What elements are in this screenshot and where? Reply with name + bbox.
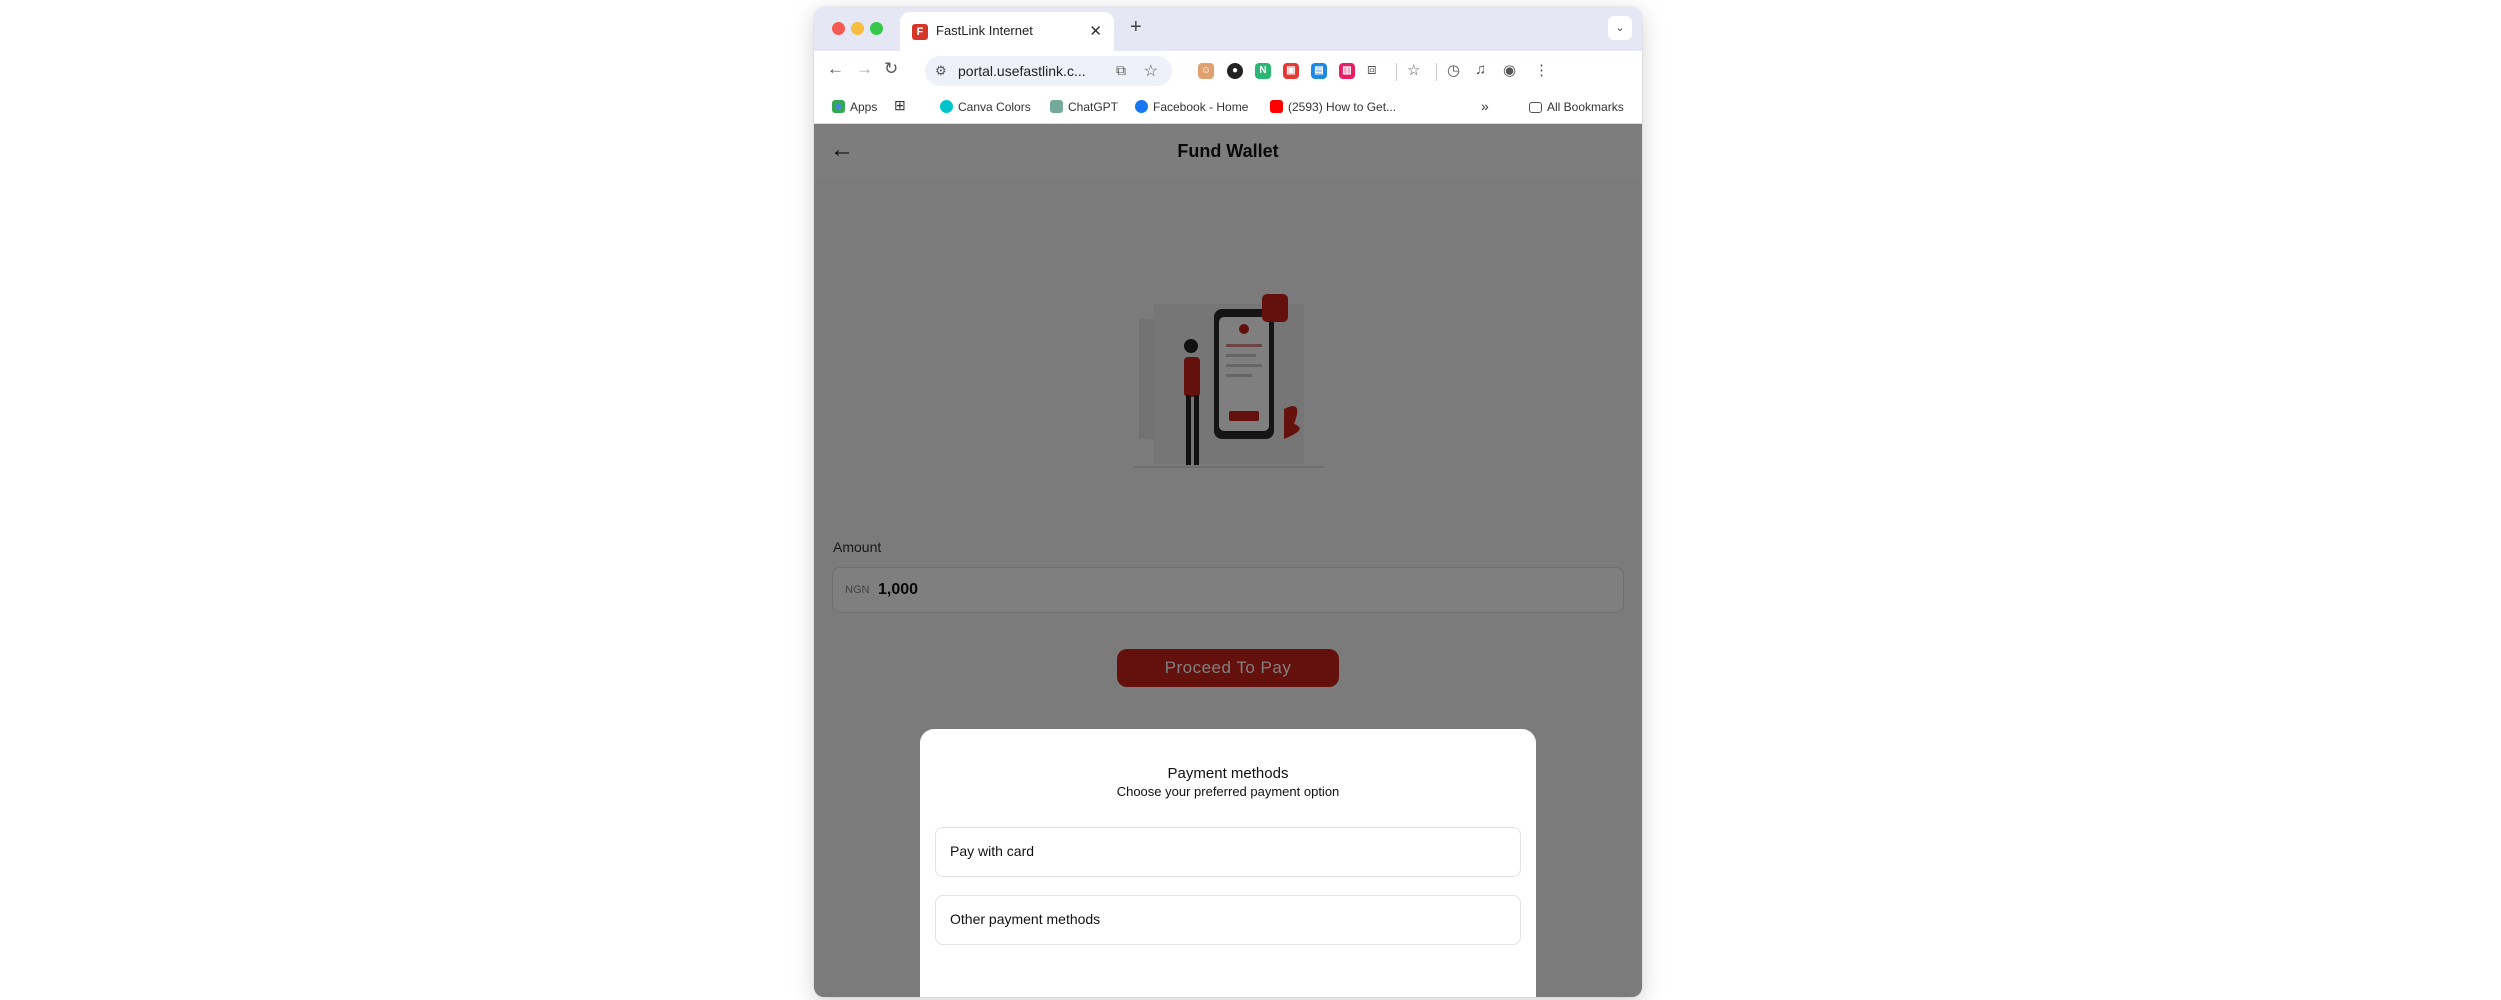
url-text: portal.usefastlink.c... [958,63,1086,79]
tab-title: FastLink Internet [936,23,1033,38]
folder-icon [1529,102,1542,113]
page-content: ← Fund Wallet Amount NGN 1,000 [814,124,1642,997]
option-label: Other payment methods [950,911,1101,927]
close-window-button[interactable] [832,22,845,35]
bookmarks-overflow-icon[interactable]: » [1481,98,1489,114]
bookmark-label: Facebook - Home [1153,100,1249,114]
address-bar[interactable]: ⚙ portal.usefastlink.c... ⧉ ☆ [925,56,1172,86]
tab-fastlink[interactable]: F FastLink Internet ✕ [900,12,1114,51]
maximize-window-button[interactable] [870,22,883,35]
tab-strip: F FastLink Internet ✕ + ⌄ [814,7,1642,51]
sheet-title: Payment methods [1167,765,1289,782]
bookmark-label: (2593) How to Get... [1288,100,1397,114]
toolbar-divider [1436,63,1437,81]
tab-search-chevron-icon[interactable]: ⌄ [1608,16,1632,40]
canva-icon [940,100,953,113]
bookmark-canva-colors[interactable]: Canva Colors [940,100,1031,114]
payment-methods-sheet: Payment methods Choose your preferred pa… [920,729,1536,997]
youtube-icon [1270,100,1283,113]
all-bookmarks-label: All Bookmarks [1547,100,1624,114]
toolbar-divider [1396,63,1397,81]
forward-icon[interactable]: → [856,59,873,79]
sheet-subtitle: Choose your preferred payment option [1116,784,1340,799]
reading-list-icon[interactable]: ☆ [1407,61,1420,79]
facebook-icon [1135,100,1148,113]
bookmark-label: Canva Colors [958,100,1031,114]
reload-icon[interactable]: ↻ [884,59,898,79]
bookmarks-bar: Apps ⊞ Canva Colors ChatGPT Facebook - H… [814,91,1642,124]
pay-with-card-option[interactable]: Pay with card [935,827,1521,877]
extension-2-icon[interactable]: ● [1227,63,1243,79]
fastlink-favicon-icon: F [912,24,928,40]
bookmark-star-icon[interactable]: ☆ [1144,61,1158,81]
chatgpt-icon [1050,100,1063,113]
other-payment-methods-option[interactable]: Other payment methods [935,895,1521,945]
extension-6-icon[interactable]: ▥ [1339,63,1355,79]
cast-icon[interactable]: ⧉ [1116,62,1126,79]
minimize-window-button[interactable] [851,22,864,35]
bookmark-chatgpt[interactable]: ChatGPT [1050,100,1118,114]
extensions-puzzle-icon[interactable]: ⧈ [1367,61,1377,78]
option-label: Pay with card [950,843,1035,859]
menu-kebab-icon[interactable]: ⋮ [1534,61,1549,79]
bookmark-youtube[interactable]: (2593) How to Get... [1270,100,1396,114]
extension-notion-icon[interactable]: N [1255,63,1271,79]
media-control-icon[interactable]: ♫ [1475,61,1486,78]
tab-close-icon[interactable]: ✕ [1089,22,1102,40]
extension-5-icon[interactable]: ▤ [1311,63,1327,79]
apps-grid-icon [832,100,845,113]
tab-groups-icon[interactable]: ⊞ [894,97,906,114]
extension-1-icon[interactable]: ☺ [1198,63,1214,79]
back-icon[interactable]: ← [827,59,844,79]
site-settings-icon[interactable]: ⚙ [935,63,947,79]
bookmark-label: ChatGPT [1068,100,1119,114]
bookmark-apps[interactable]: Apps [832,100,877,114]
bookmark-label: Apps [850,100,878,114]
new-tab-icon[interactable]: + [1130,16,1142,39]
extension-4-icon[interactable]: ▣ [1283,63,1299,79]
all-bookmarks-folder[interactable]: All Bookmarks [1529,100,1624,114]
browser-toolbar: ← → ↻ ⚙ portal.usefastlink.c... ⧉ ☆ ☺ ● … [814,51,1642,91]
profile-avatar-icon[interactable]: ◉ [1503,61,1516,79]
bookmark-facebook[interactable]: Facebook - Home [1135,100,1248,114]
history-icon[interactable]: ◷ [1447,61,1460,79]
browser-window: F FastLink Internet ✕ + ⌄ ← → ↻ ⚙ portal… [814,7,1642,997]
